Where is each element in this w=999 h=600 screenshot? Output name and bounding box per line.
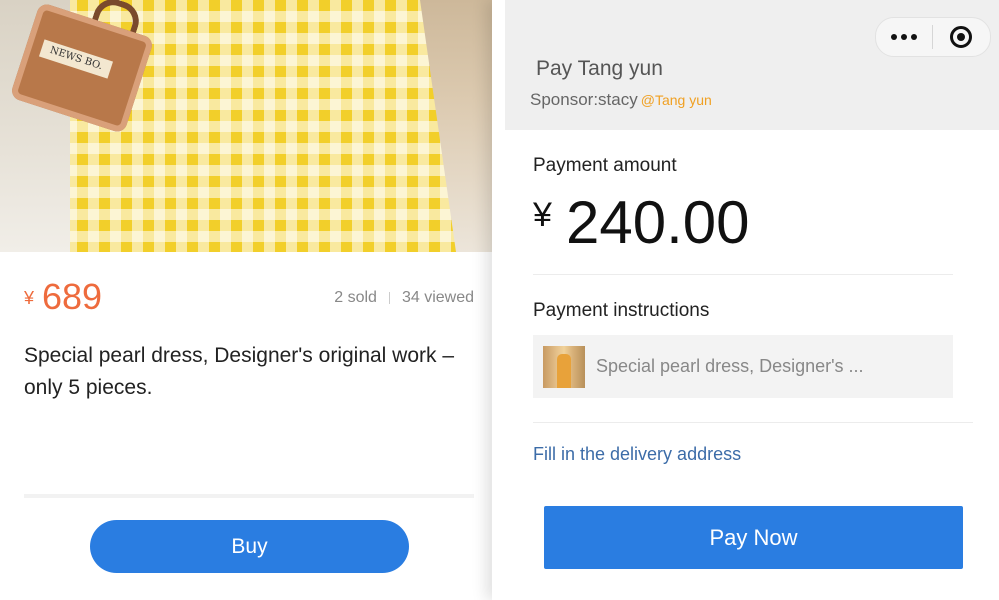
mini-program-capsule [875, 17, 991, 57]
delivery-address-link[interactable]: Fill in the delivery address [533, 444, 741, 465]
photo-background-right [420, 0, 492, 252]
sponsor-label: Sponsor:stacy [530, 90, 638, 109]
divider [24, 494, 474, 498]
payment-sheet: Pay Tang yun Sponsor:stacy @Tang yun Pay… [492, 0, 999, 600]
instructions-text: Special pearl dress, Designer's ... [596, 356, 864, 376]
view-count: 34 viewed [401, 289, 474, 306]
sold-count: 2 sold [334, 289, 377, 306]
amount-label: Payment amount [533, 155, 677, 176]
divider [533, 422, 973, 423]
product-page: NEWS BO. ¥ 689 2 sold 34 viewed Special … [0, 0, 492, 600]
divider [533, 274, 953, 275]
product-price: 689 [42, 276, 103, 317]
sponsor-line: Sponsor:stacy @Tang yun [530, 90, 712, 110]
product-stats: 2 sold 34 viewed [334, 289, 474, 307]
target-close-icon[interactable] [933, 18, 989, 56]
stats-divider [388, 292, 390, 304]
product-thumbnail [543, 345, 585, 388]
product-title: Special pearl dress, Designer's original… [24, 344, 455, 399]
price-row: ¥ 689 2 sold 34 viewed [24, 276, 474, 317]
sponsor-handle[interactable]: @Tang yun [641, 92, 712, 108]
pay-now-button[interactable]: Pay Now [544, 506, 963, 569]
payee-title: Pay Tang yun [536, 57, 663, 80]
buy-button[interactable]: Buy [90, 520, 409, 573]
currency-symbol: ¥ [24, 288, 35, 308]
more-dots-icon[interactable] [876, 18, 932, 56]
amount-currency-symbol: ¥ [533, 196, 552, 234]
instructions-label: Payment instructions [533, 300, 710, 321]
payment-amount: 240.00 [566, 189, 750, 256]
instructions-card[interactable]: Special pearl dress, Designer's ... [533, 335, 953, 398]
product-photo[interactable]: NEWS BO. [0, 0, 492, 252]
